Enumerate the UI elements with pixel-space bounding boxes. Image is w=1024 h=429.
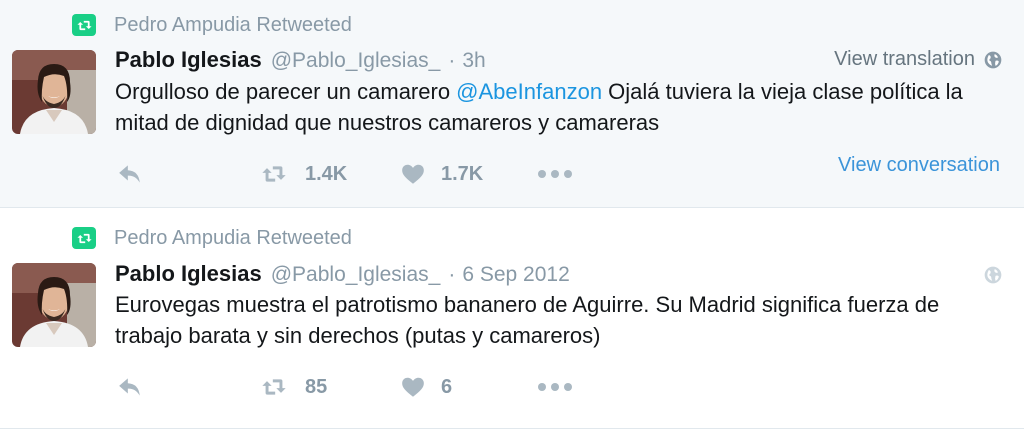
timestamp[interactable]: 6 Sep 2012 <box>462 263 569 287</box>
separator-dot: · <box>448 49 456 72</box>
timestamp[interactable]: 3h <box>462 49 485 73</box>
reply-icon <box>115 161 145 187</box>
retweet-context: Pedro Ampudia Retweeted <box>72 13 352 37</box>
retweet-button[interactable]: 1.4K <box>257 160 347 188</box>
author-handle[interactable]: @Pablo_Iglesias_ <box>271 263 441 287</box>
retweet-icon <box>257 373 291 401</box>
tweet-header: Pablo Iglesias @Pablo_Iglesias_ · 3h <box>115 47 486 73</box>
reply-button[interactable] <box>115 373 145 401</box>
author-name[interactable]: Pablo Iglesias <box>115 261 262 287</box>
like-count: 1.7K <box>441 162 484 185</box>
retweet-context: Pedro Ampudia Retweeted <box>72 226 352 250</box>
retweet-count: 1.4K <box>305 162 348 185</box>
separator-dot: · <box>448 263 456 286</box>
tweet-2[interactable]: Pedro Ampudia Retweeted Pablo Iglesias @… <box>0 209 1024 429</box>
like-button[interactable]: 6 <box>399 373 452 401</box>
author-name[interactable]: Pablo Iglesias <box>115 47 262 73</box>
more-icon <box>538 383 572 391</box>
avatar[interactable] <box>12 50 96 134</box>
heart-icon <box>399 374 427 400</box>
view-conversation-link[interactable]: View conversation <box>838 154 1000 177</box>
author-handle[interactable]: @Pablo_Iglesias_ <box>271 49 441 73</box>
like-button[interactable]: 1.7K <box>399 160 483 188</box>
more-button[interactable] <box>537 160 573 188</box>
tweet-text-part: Orgulloso de parecer un camarero <box>115 79 457 104</box>
reply-button[interactable] <box>115 160 145 188</box>
globe-icon <box>983 50 1003 70</box>
retweet-badge-icon <box>72 227 96 249</box>
retweeted-by-label[interactable]: Pedro Ampudia Retweeted <box>114 14 352 37</box>
retweeted-by-label[interactable]: Pedro Ampudia Retweeted <box>114 227 352 250</box>
more-button[interactable] <box>537 373 573 401</box>
globe-icon[interactable] <box>983 265 1003 285</box>
mention-link[interactable]: @AbeInfanzon <box>456 79 602 104</box>
tweet-text: Orgulloso de parecer un camarero @AbeInf… <box>115 76 1005 138</box>
reply-icon <box>115 374 145 400</box>
retweet-icon <box>257 160 291 188</box>
view-translation-button[interactable]: View translation <box>834 48 1003 71</box>
tweet-header: Pablo Iglesias @Pablo_Iglesias_ · 6 Sep … <box>115 261 570 287</box>
tweet-1[interactable]: Pedro Ampudia Retweeted Pablo Iglesias @… <box>0 0 1024 208</box>
heart-icon <box>399 161 427 187</box>
retweet-badge-icon <box>72 14 96 36</box>
view-translation-label[interactable]: View translation <box>834 48 975 71</box>
more-icon <box>538 170 572 178</box>
retweet-button[interactable]: 85 <box>257 373 327 401</box>
avatar[interactable] <box>12 263 96 347</box>
like-count: 6 <box>441 375 453 398</box>
tweet-text: Eurovegas muestra el patrotismo bananero… <box>115 292 940 348</box>
retweet-count: 85 <box>305 375 328 398</box>
